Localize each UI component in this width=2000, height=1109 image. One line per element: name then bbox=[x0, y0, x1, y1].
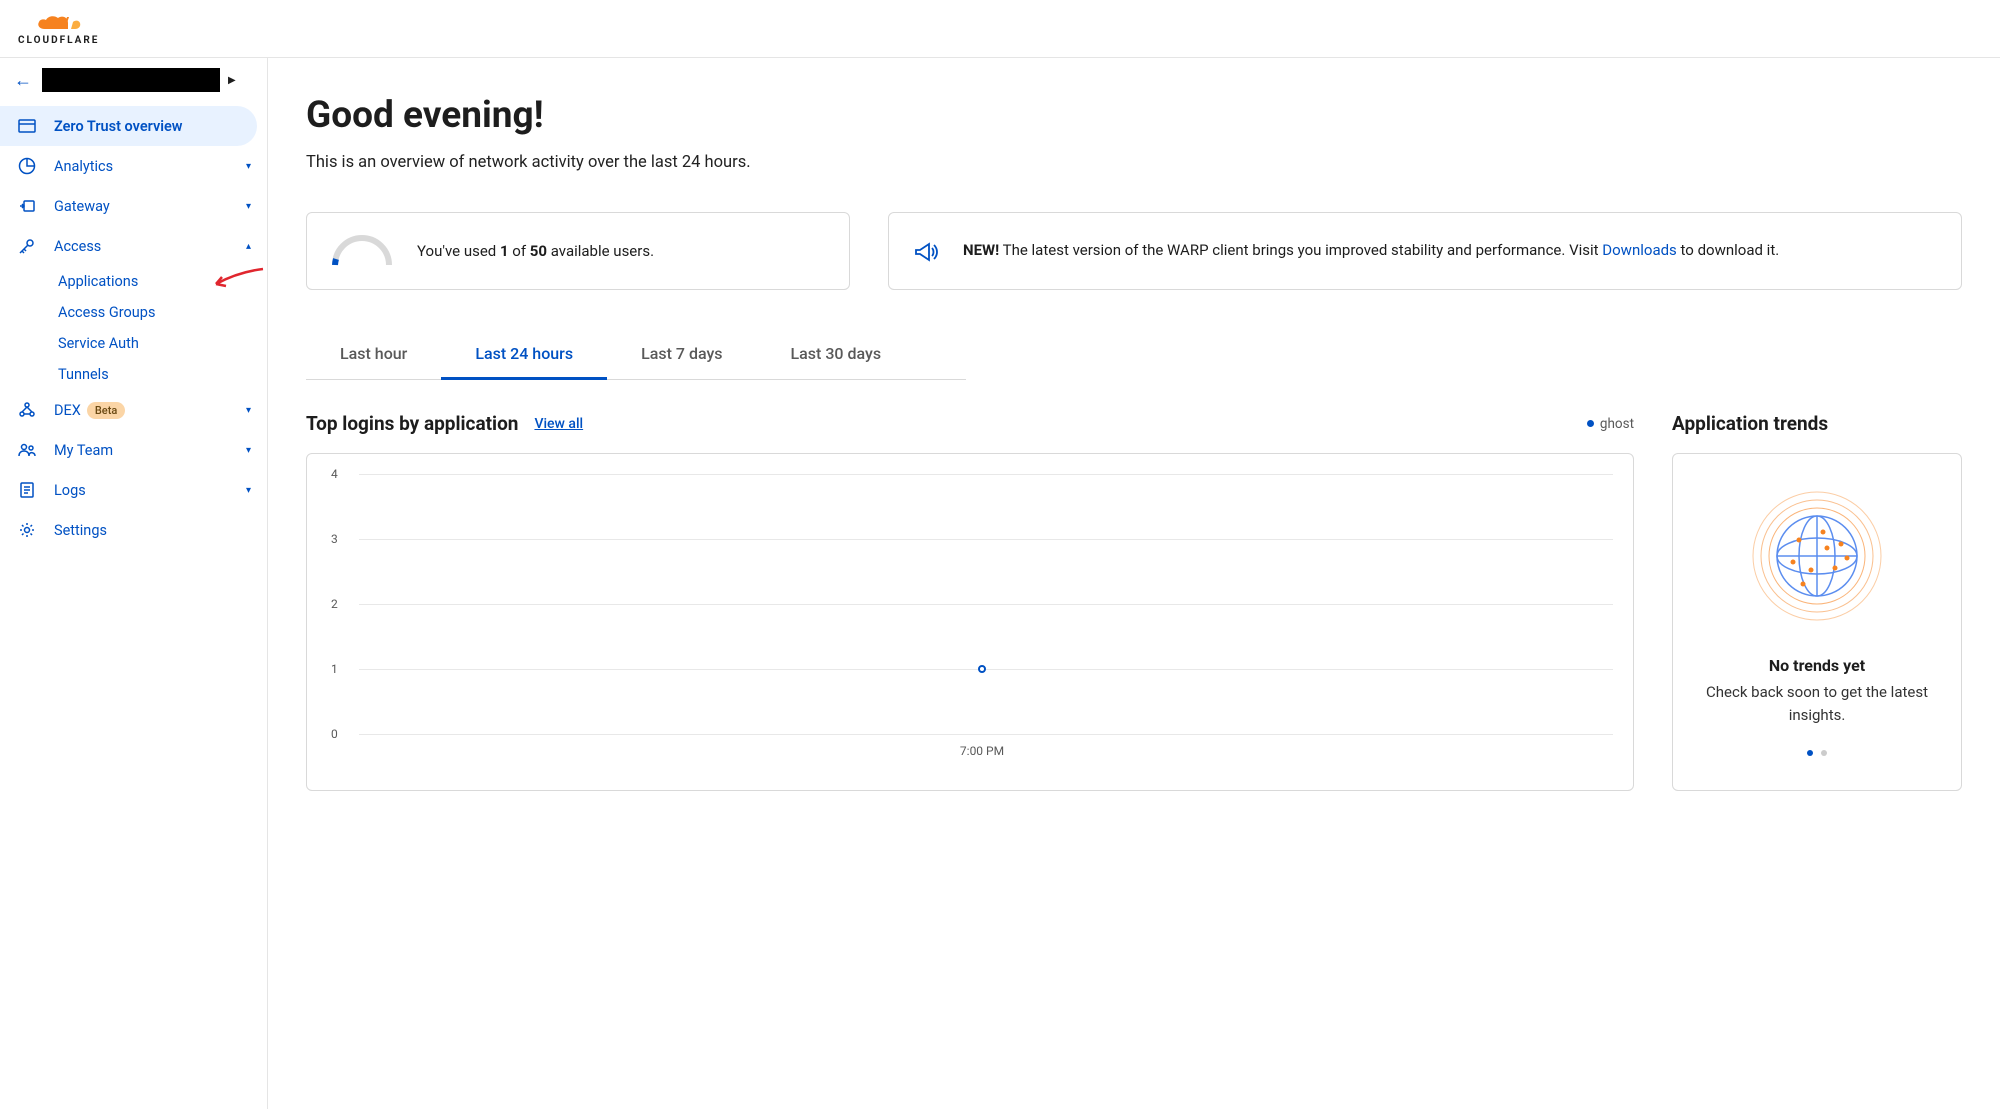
news-text: NEW! The latest version of the WARP clie… bbox=[963, 239, 1779, 262]
account-name-redacted bbox=[42, 68, 220, 92]
carousel-dots bbox=[1697, 750, 1937, 756]
sidebar-item-settings[interactable]: Settings bbox=[0, 510, 267, 550]
chart-data-point[interactable] bbox=[978, 665, 986, 673]
chevron-up-icon: ▴ bbox=[246, 241, 251, 252]
access-icon bbox=[18, 237, 36, 255]
usage-card: You've used 1 of 50 available users. bbox=[306, 212, 850, 290]
sidebar-item-label: Settings bbox=[54, 522, 107, 539]
sidebar-subitem-access-groups[interactable]: Access Groups bbox=[58, 297, 267, 328]
chart-title: Top logins by application bbox=[306, 412, 518, 435]
y-tick: 3 bbox=[331, 532, 338, 546]
downloads-link[interactable]: Downloads bbox=[1602, 241, 1677, 259]
y-tick: 1 bbox=[331, 662, 338, 676]
back-arrow-icon[interactable]: ← bbox=[14, 70, 32, 91]
logs-icon bbox=[18, 481, 36, 499]
chevron-down-icon: ▾ bbox=[246, 161, 251, 172]
tab-last-7-days[interactable]: Last 7 days bbox=[607, 330, 756, 379]
sidebar-item-label: Analytics bbox=[54, 158, 113, 175]
sidebar-item-access[interactable]: Access ▴ bbox=[0, 226, 267, 266]
sidebar-item-label: DEX bbox=[54, 402, 81, 419]
sidebar-item-logs[interactable]: Logs ▾ bbox=[0, 470, 267, 510]
carousel-dot[interactable] bbox=[1807, 750, 1813, 756]
gauge-icon bbox=[331, 235, 393, 267]
sidebar-subitem-applications[interactable]: Applications bbox=[58, 266, 267, 297]
chart-area: 4 3 2 1 0 7:00 PM bbox=[351, 474, 1613, 734]
chart-box: 4 3 2 1 0 7:00 PM bbox=[306, 453, 1634, 791]
chart-section: Top logins by application View all ghost… bbox=[306, 412, 1634, 791]
sidebar-item-label: Zero Trust overview bbox=[54, 118, 183, 135]
megaphone-icon bbox=[913, 239, 939, 265]
y-tick: 2 bbox=[331, 597, 338, 611]
sidebar-item-label: My Team bbox=[54, 442, 113, 459]
annotation-arrow-icon bbox=[208, 264, 268, 294]
gateway-icon bbox=[18, 197, 36, 215]
sidebar-item-label: Access bbox=[54, 238, 101, 255]
carousel-dot[interactable] bbox=[1821, 750, 1827, 756]
account-dropdown-icon[interactable]: ▶ bbox=[228, 75, 236, 86]
tab-last-24-hours[interactable]: Last 24 hours bbox=[441, 330, 607, 380]
view-all-link[interactable]: View all bbox=[534, 416, 583, 432]
trends-title: Application trends bbox=[1672, 412, 1828, 435]
account-selector[interactable]: ← ▶ bbox=[0, 58, 267, 106]
chevron-down-icon: ▾ bbox=[246, 445, 251, 456]
sidebar-item-my-team[interactable]: My Team ▾ bbox=[0, 430, 267, 470]
time-range-tabs: Last hour Last 24 hours Last 7 days Last… bbox=[306, 330, 966, 380]
x-tick: 7:00 PM bbox=[960, 744, 1004, 758]
subitem-label: Access Groups bbox=[58, 304, 155, 321]
sidebar-item-label: Logs bbox=[54, 482, 86, 499]
pie-icon bbox=[18, 157, 36, 175]
chevron-down-icon: ▾ bbox=[246, 201, 251, 212]
main-content: Good evening! This is an overview of net… bbox=[268, 58, 2000, 1109]
subitem-label: Tunnels bbox=[58, 366, 109, 383]
chevron-down-icon: ▾ bbox=[246, 485, 251, 496]
sidebar-subitem-service-auth[interactable]: Service Auth bbox=[58, 328, 267, 359]
tab-last-hour[interactable]: Last hour bbox=[306, 330, 441, 379]
legend-dot-icon bbox=[1587, 420, 1594, 427]
gear-icon bbox=[18, 521, 36, 539]
y-tick: 0 bbox=[331, 727, 338, 741]
sidebar-item-label: Gateway bbox=[54, 198, 110, 215]
usage-text: You've used 1 of 50 available users. bbox=[417, 242, 654, 260]
top-header: CLOUDFLARE bbox=[0, 0, 2000, 58]
sidebar-item-dex[interactable]: DEX Beta ▾ bbox=[0, 390, 267, 430]
trends-subtitle: Check back soon to get the latest insigh… bbox=[1697, 681, 1937, 726]
trends-card: No trends yet Check back soon to get the… bbox=[1672, 453, 1962, 791]
sidebar: ← ▶ Zero Trust overview Analytics ▾ Gate… bbox=[0, 58, 268, 1109]
window-icon bbox=[18, 117, 36, 135]
y-tick: 4 bbox=[331, 467, 338, 481]
brand-text: CLOUDFLARE bbox=[18, 35, 99, 46]
globe-icon bbox=[1751, 490, 1883, 622]
page-title: Good evening! bbox=[306, 94, 1962, 137]
news-card: NEW! The latest version of the WARP clie… bbox=[888, 212, 1962, 290]
sidebar-item-overview[interactable]: Zero Trust overview bbox=[0, 106, 257, 146]
chevron-down-icon: ▾ bbox=[246, 405, 251, 416]
team-icon bbox=[18, 441, 36, 459]
network-icon bbox=[18, 401, 36, 419]
sidebar-item-analytics[interactable]: Analytics ▾ bbox=[0, 146, 267, 186]
page-subtitle: This is an overview of network activity … bbox=[306, 153, 1962, 172]
tab-last-30-days[interactable]: Last 30 days bbox=[757, 330, 916, 379]
chart-legend: ghost bbox=[1587, 416, 1634, 432]
subitem-label: Service Auth bbox=[58, 335, 139, 352]
sidebar-item-gateway[interactable]: Gateway ▾ bbox=[0, 186, 267, 226]
access-subitems: Applications Access Groups Service Auth … bbox=[0, 266, 267, 390]
trends-section: Application trends bbox=[1672, 412, 1962, 791]
sidebar-subitem-tunnels[interactable]: Tunnels bbox=[58, 359, 267, 390]
beta-badge: Beta bbox=[87, 402, 125, 419]
cloudflare-logo[interactable]: CLOUDFLARE bbox=[18, 11, 99, 46]
trends-heading: No trends yet bbox=[1697, 656, 1937, 675]
subitem-label: Applications bbox=[58, 273, 138, 290]
cloud-icon bbox=[35, 11, 83, 33]
